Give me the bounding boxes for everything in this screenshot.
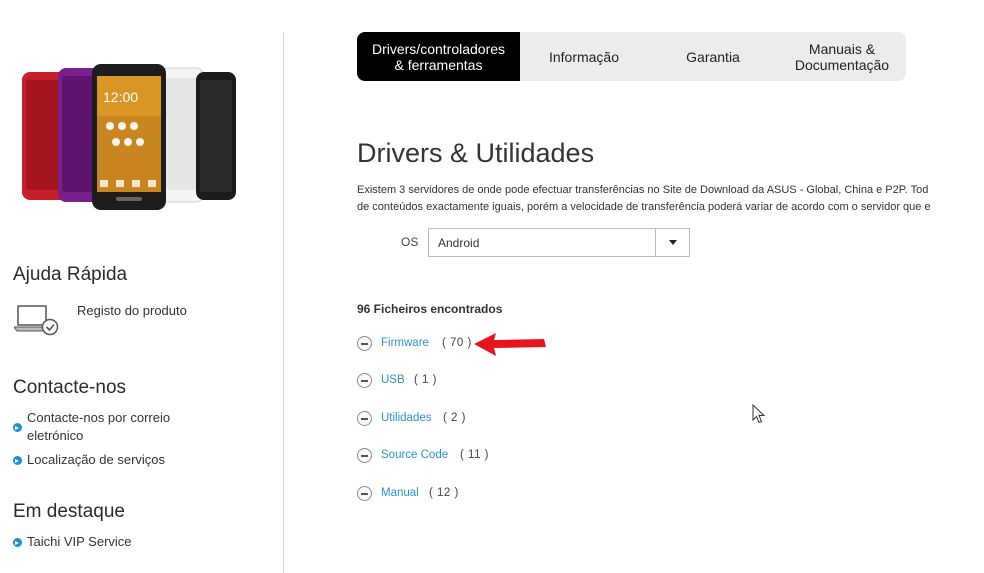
category-utilities[interactable]: Utilidades ( 2 ): [357, 411, 477, 431]
tab-manuals[interactable]: Manuais & Documentação: [778, 32, 906, 81]
category-name-link[interactable]: Firmware: [381, 337, 429, 349]
sidebar-divider: [283, 32, 284, 573]
collapse-minus-icon[interactable]: [357, 411, 372, 426]
os-label: OS: [401, 235, 419, 249]
sidebar: 12:00 Ajuda Rápida Registo do produto Co…: [0, 0, 283, 573]
category-firmware[interactable]: Firmware ( 70 ): [357, 336, 477, 356]
phone-clock-text: 12:00: [103, 89, 138, 105]
collapse-minus-icon[interactable]: [357, 448, 372, 463]
collapse-minus-icon[interactable]: [357, 373, 372, 388]
tab-information[interactable]: Informação: [520, 32, 648, 81]
category-name-link[interactable]: Utilidades: [381, 412, 432, 424]
taichi-vip-label: Taichi VIP Service: [27, 534, 132, 549]
files-found-count: 96 Ficheiros encontrados: [357, 302, 503, 316]
collapse-minus-icon[interactable]: [357, 336, 372, 351]
product-image: 12:00: [22, 64, 236, 210]
category-count: ( 2 ): [443, 412, 466, 424]
page-title: Drivers & Utilidades: [357, 138, 595, 168]
contact-heading: Contacte-nos: [13, 377, 127, 398]
contact-email-label: Contacte-nos por correio eletrónico: [27, 410, 171, 443]
category-name-link[interactable]: Source Code: [381, 449, 448, 461]
chevron-right-bullet-icon: [13, 538, 22, 547]
chevron-right-bullet-icon: [13, 423, 22, 432]
category-count: ( 12 ): [429, 487, 459, 499]
os-select[interactable]: Android: [428, 228, 690, 257]
product-tabs: Drivers/controladores & ferramentas Info…: [357, 32, 906, 81]
laptop-check-icon: [14, 305, 59, 336]
quick-help-heading: Ajuda Rápida: [13, 264, 128, 285]
phone-gold-front: 12:00: [92, 64, 166, 210]
mouse-cursor-icon: [752, 404, 766, 424]
os-select-value: Android: [438, 236, 480, 250]
featured-heading: Em destaque: [13, 501, 125, 522]
description-line: de conteúdos exactamente iguais, porém a…: [357, 201, 931, 213]
category-count: ( 11 ): [460, 449, 489, 461]
select-divider: [655, 229, 656, 256]
red-arrow-icon: [474, 333, 546, 356]
phone-black: [196, 72, 236, 200]
service-location-link[interactable]: Localização de serviços: [13, 451, 253, 469]
category-count: ( 70 ): [442, 337, 472, 349]
contact-email-link[interactable]: Contacte-nos por correio eletrónico: [13, 409, 213, 445]
chevron-down-icon: [669, 240, 677, 245]
download-description: Existem 3 servidores de onde pode efectu…: [357, 182, 984, 216]
category-manual[interactable]: Manual ( 12 ): [357, 486, 477, 506]
description-line: Existem 3 servidores de onde pode efectu…: [357, 184, 929, 196]
category-name-link[interactable]: USB: [381, 374, 405, 386]
tab-drivers[interactable]: Drivers/controladores & ferramentas: [357, 32, 520, 81]
tab-warranty[interactable]: Garantia: [648, 32, 778, 81]
product-registration-link[interactable]: Registo do produto: [13, 300, 273, 336]
category-source-code[interactable]: Source Code ( 11 ): [357, 448, 497, 468]
category-name-link[interactable]: Manual: [381, 487, 419, 499]
category-count: ( 1 ): [414, 374, 437, 386]
product-registration-label: Registo do produto: [77, 303, 187, 318]
taichi-vip-link[interactable]: Taichi VIP Service: [13, 533, 253, 551]
chevron-right-bullet-icon: [13, 456, 22, 465]
category-usb[interactable]: USB ( 1 ): [357, 373, 477, 393]
collapse-minus-icon[interactable]: [357, 486, 372, 501]
service-location-label: Localização de serviços: [27, 452, 166, 467]
